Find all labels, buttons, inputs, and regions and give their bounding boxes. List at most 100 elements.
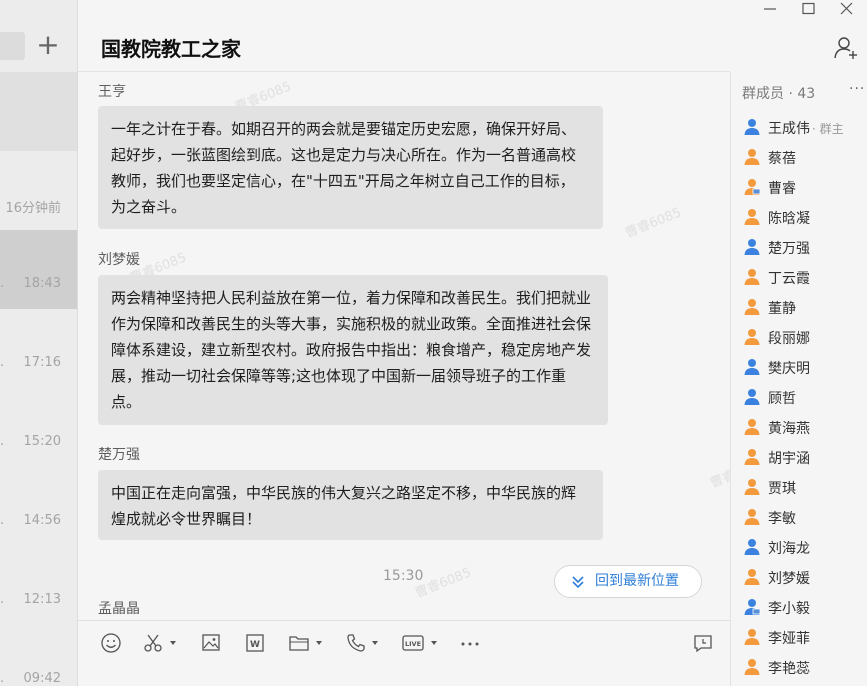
member-name: 樊庆明 (768, 358, 810, 378)
message-sender: 楚万强 (98, 447, 140, 463)
conversation-item[interactable]: 16分钟前 (0, 151, 77, 230)
female-user-icon (744, 449, 760, 465)
member-name-text: 曹睿 (768, 181, 796, 197)
member-item[interactable]: 黄海燕 (731, 412, 867, 442)
member-item[interactable]: 楚万强 (731, 232, 867, 262)
member-name-text: 李艳蕊 (768, 661, 810, 677)
scissors-caret-icon[interactable] (170, 641, 176, 645)
member-name-text: 陈晗凝 (768, 211, 810, 227)
conversation-time: 18:43 (23, 276, 61, 291)
word-doc-icon[interactable]: W (245, 631, 265, 655)
member-item[interactable]: 陈晗凝 (731, 202, 867, 232)
conversation-time: 16分钟前 (5, 201, 61, 216)
more-options-icon[interactable]: ··· (849, 81, 865, 97)
member-name: 贾琪 (768, 478, 796, 498)
conversation-item[interactable] (0, 72, 77, 151)
svg-text:W: W (250, 640, 260, 650)
member-name: 陈晗凝 (768, 208, 810, 228)
phone-icon[interactable] (345, 631, 367, 655)
watermark: 曹睿6085 (623, 205, 684, 242)
member-item[interactable]: 胡宇涵 (731, 442, 867, 472)
conversation-item[interactable]: . 14:56 (0, 467, 77, 546)
member-item[interactable]: 蔡蓓 (731, 142, 867, 172)
member-name: 段丽娜 (768, 328, 810, 348)
member-name: 李娅菲 (768, 628, 810, 648)
back-to-latest-button[interactable]: 回到最新位置 (554, 565, 702, 598)
add-member-icon[interactable] (833, 35, 859, 61)
member-item[interactable]: 贾琪 (731, 472, 867, 502)
member-name: 丁云霞 (768, 268, 810, 288)
member-name-text: 黄海燕 (768, 421, 810, 437)
folder-icon[interactable] (288, 631, 310, 655)
member-name-text: 李娅菲 (768, 631, 810, 647)
phone-caret-icon[interactable] (372, 641, 378, 645)
conversation-preview-fragment: . (0, 592, 5, 607)
member-item[interactable]: 刘梦媛 (731, 562, 867, 592)
close-icon[interactable] (833, 0, 859, 18)
member-item[interactable]: 李艳蕊 (731, 652, 867, 682)
search-input[interactable] (0, 32, 25, 60)
female-user-icon (744, 299, 760, 315)
member-name: 黄海燕 (768, 418, 810, 438)
member-name: 李艳蕊 (768, 658, 810, 678)
minimize-icon[interactable] (757, 0, 783, 18)
female-user-icon (744, 659, 760, 675)
add-icon[interactable]: + (36, 31, 60, 61)
message-bubble[interactable]: 两会精神坚持把人民利益放在第一位，着力保障和改善民生。我们把就业作为保障和改善民… (98, 275, 608, 425)
member-name: 顾哲 (768, 388, 796, 408)
live-icon[interactable]: LIVE (401, 631, 425, 655)
member-name-text: 顾哲 (768, 391, 796, 407)
conversation-preview-fragment: . (0, 671, 5, 686)
live-caret-icon[interactable] (431, 641, 437, 645)
member-name-text: 王成伟 (768, 121, 810, 137)
more-icon[interactable] (459, 631, 481, 655)
input-toolbar: W LIVE (78, 620, 730, 666)
member-name: 王成伟 · 群主 (768, 118, 844, 138)
member-item[interactable]: 刘海龙 (731, 532, 867, 562)
emoji-icon[interactable] (100, 631, 122, 655)
female-user-icon (744, 149, 760, 165)
conversation-preview-fragment: . (0, 355, 5, 370)
member-name: 曹睿 (768, 178, 796, 198)
maximize-icon[interactable] (795, 0, 821, 18)
back-to-latest-label: 回到最新位置 (595, 573, 679, 589)
member-item[interactable]: 丁云霞 (731, 262, 867, 292)
member-item[interactable]: 王成伟 · 群主 (731, 112, 867, 142)
message-bubble[interactable]: 中国正在走向富强，中华民族的伟大复兴之路坚定不移，中华民族的辉煌成就必令世界瞩目… (98, 470, 603, 540)
conversation-item[interactable]: . 15:20 (0, 388, 77, 467)
member-item[interactable]: 李娅菲 (731, 622, 867, 652)
member-name-text: 蔡蓓 (768, 151, 796, 167)
message-sender: 孟晶晶 (98, 601, 140, 617)
member-item[interactable]: 李小毅 (731, 592, 867, 622)
member-name-text: 董静 (768, 301, 796, 317)
member-item[interactable]: 顾哲 (731, 382, 867, 412)
conversation-item[interactable]: . 17:16 (0, 309, 77, 388)
message-list[interactable]: 曹睿6085 曹睿6085 曹睿6085 曹睿6085 曹睿6085 王亨 一年… (78, 72, 730, 620)
member-name: 蔡蓓 (768, 148, 796, 168)
male-user-icon (744, 539, 760, 555)
image-icon[interactable] (201, 631, 221, 655)
female-user-icon (744, 479, 760, 495)
message-sender: 王亨 (98, 84, 126, 100)
member-item[interactable]: 董静 (731, 292, 867, 322)
conversation-item[interactable]: . 18:43 (0, 230, 77, 309)
message-bubble[interactable]: 一年之计在于春。如期召开的两会就是要锚定历史宏愿，确保开好局、起好步，一张蓝图绘… (98, 106, 603, 229)
chat-title: 国教院教工之家 (101, 37, 241, 61)
folder-caret-icon[interactable] (316, 641, 322, 645)
member-item[interactable]: 段丽娜 (731, 322, 867, 352)
window-controls (757, 0, 867, 20)
chat-panel: 国教院教工之家 曹睿6085 曹睿6085 曹睿6085 曹睿6085 曹睿60… (78, 0, 730, 686)
female-user-icon (744, 569, 760, 585)
screenshot-scissors-icon[interactable] (143, 631, 165, 655)
message-sender: 刘梦媛 (98, 252, 140, 268)
member-name: 董静 (768, 298, 796, 318)
conversation-item[interactable]: . 12:13 (0, 546, 77, 625)
chat-history-icon[interactable] (692, 631, 714, 655)
conversation-item[interactable]: . 09:42 (0, 625, 77, 686)
conversation-preview-fragment: . (0, 276, 5, 291)
member-item[interactable]: 李敏 (731, 502, 867, 532)
message-time: 15:30 (383, 568, 424, 584)
member-name-text: 刘梦媛 (768, 571, 810, 587)
member-item[interactable]: 曹睿 (731, 172, 867, 202)
member-item[interactable]: 樊庆明 (731, 352, 867, 382)
